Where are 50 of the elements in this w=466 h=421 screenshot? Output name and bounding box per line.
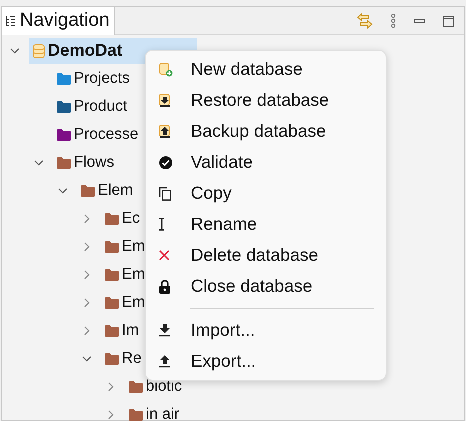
chevron-down-icon[interactable] <box>82 354 92 364</box>
tree-item[interactable]: in air <box>129 402 182 421</box>
menu-item[interactable]: Delete database <box>146 240 386 271</box>
chevron-right-icon[interactable] <box>106 410 116 420</box>
tree-item[interactable]: Em <box>105 234 148 260</box>
chevron-down-icon[interactable] <box>58 186 68 196</box>
chevron-right-icon[interactable] <box>82 270 92 280</box>
chevron-down-icon[interactable] <box>10 46 20 56</box>
database-download-icon <box>159 94 173 108</box>
tree-item[interactable]: Product <box>57 94 130 120</box>
tree-item[interactable]: Elem <box>81 178 136 204</box>
tree-item[interactable]: Processe <box>57 122 141 148</box>
delete-icon <box>159 250 170 261</box>
chevron-right-icon[interactable] <box>82 214 92 224</box>
tree-item[interactable]: Flows <box>57 150 116 176</box>
menu-item[interactable]: Copy <box>146 178 386 209</box>
navigation-tab[interactable]: Navigation <box>2 7 115 35</box>
copy-icon <box>159 186 172 200</box>
chevron-right-icon[interactable] <box>82 326 92 336</box>
menu-item[interactable]: Restore database <box>146 85 386 116</box>
tree-item[interactable]: Re <box>105 346 144 372</box>
menu-item[interactable]: Backup database <box>146 116 386 147</box>
menu-item[interactable]: Rename <box>146 209 386 240</box>
text-cursor-icon <box>159 218 165 231</box>
more-options-icon[interactable] <box>391 14 396 28</box>
tree-item[interactable]: Im <box>105 318 142 344</box>
menu-item[interactable]: Validate <box>146 147 386 178</box>
chevron-down-icon[interactable] <box>34 158 44 168</box>
sync-arrows-icon[interactable] <box>357 13 373 29</box>
menu-item[interactable]: Close database <box>146 271 386 302</box>
download-icon <box>159 324 171 337</box>
database-upload-icon <box>159 124 173 138</box>
database-add-icon <box>159 62 173 76</box>
tree-item[interactable]: Projects <box>57 66 132 92</box>
tree-item[interactable]: Em <box>105 262 148 288</box>
lock-icon <box>159 280 171 294</box>
tree-item[interactable]: biotic <box>129 374 184 400</box>
maximize-icon[interactable] <box>443 16 454 26</box>
menu-item[interactable]: Export... <box>146 346 386 377</box>
database-icon <box>33 44 45 58</box>
check-circle-icon <box>159 156 173 170</box>
menu-item[interactable]: Import... <box>146 315 386 346</box>
chevron-right-icon[interactable] <box>82 298 92 308</box>
chevron-right-icon[interactable] <box>82 242 92 252</box>
tree-item[interactable]: Em <box>105 290 148 316</box>
tree-icon <box>6 16 16 26</box>
chevron-right-icon[interactable] <box>106 382 116 392</box>
tree-item[interactable]: Ec <box>105 206 142 232</box>
upload-icon <box>159 355 171 368</box>
minimize-icon[interactable] <box>414 19 425 23</box>
